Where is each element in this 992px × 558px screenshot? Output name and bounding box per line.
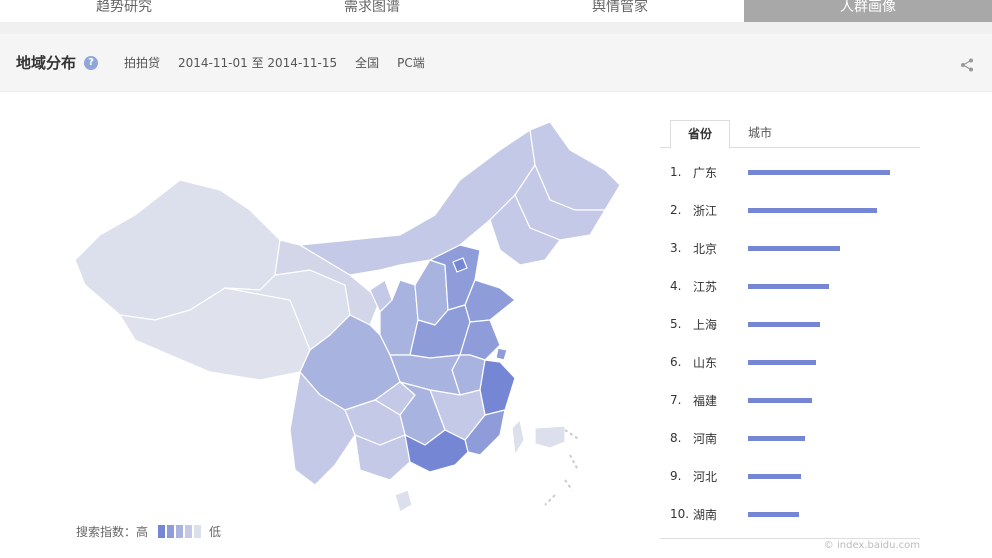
rank-name: 北京 [693, 241, 718, 256]
rank-number: 4. [670, 279, 682, 293]
legend-swatch-1 [158, 525, 166, 538]
list-item: 8. 河南 [660, 419, 920, 457]
rank-number: 5. [670, 317, 682, 331]
rank-name: 浙江 [693, 203, 718, 218]
panel-bottom-divider [660, 538, 920, 539]
list-item: 4. 江苏 [660, 267, 920, 305]
china-region-map [74, 121, 621, 513]
rank-number: 6. [670, 355, 682, 369]
keyword-label: 拍拍贷 [124, 56, 161, 70]
section-header: 地域分布 ? 拍拍贷 2014-11-01 至 2014-11-15 全国 PC… [0, 34, 992, 92]
section-title: 地域分布 [16, 54, 77, 72]
tab-city[interactable]: 城市 [730, 120, 790, 147]
rank-number: 7. [670, 393, 682, 407]
help-icon[interactable]: ? [84, 55, 99, 70]
list-item: 7. 福建 [660, 381, 920, 419]
rank-name: 江苏 [693, 279, 718, 294]
tab-province[interactable]: 省份 [670, 120, 730, 149]
rank-number: 8. [670, 431, 682, 445]
region-shanghai[interactable] [495, 347, 508, 361]
rank-name: 广东 [693, 165, 718, 180]
legend-low-label: 低 [209, 525, 222, 539]
rank-bar [748, 511, 799, 517]
list-item: 3. 北京 [660, 229, 920, 267]
ranking-panel: 省份 城市 1. 广东 2. 浙江 3. 北京 4. 江苏 5. 上海 6. 山东 7. 福建 8. 河南 9.… [660, 120, 920, 533]
rank-number: 2. [670, 203, 682, 217]
rank-name: 上海 [693, 317, 718, 332]
rank-bar [748, 207, 877, 213]
top-tab-bar: 趋势研究 需求图谱 舆情管家 人群画像 [0, 0, 992, 22]
tab-demand-graph[interactable]: 需求图谱 [248, 0, 496, 22]
share-icon[interactable] [960, 58, 974, 72]
list-item: 6. 山东 [660, 343, 920, 381]
rank-number: 1. [670, 165, 682, 179]
rank-number: 10. [670, 507, 690, 521]
rank-bar [748, 169, 890, 175]
region-inner-mongolia[interactable] [299, 129, 536, 276]
date-range-label[interactable]: 2014-11-01 至 2014-11-15 [178, 54, 337, 71]
rank-name: 河南 [693, 431, 718, 446]
legend-swatch-4 [185, 525, 193, 538]
rank-number: 9. [670, 469, 682, 483]
rank-bar [748, 283, 829, 289]
list-item: 1. 广东 [660, 153, 920, 191]
south-china-sea-inset [534, 425, 566, 449]
rank-bar [748, 321, 820, 327]
list-item: 10. 湖南 [660, 495, 920, 533]
rank-bar [748, 359, 816, 365]
platform-label[interactable]: PC端 [397, 54, 425, 71]
tab-trend-research[interactable]: 趋势研究 [0, 0, 248, 22]
region-taiwan[interactable] [511, 419, 525, 456]
tab-crowd-portrait[interactable]: 人群画像 [744, 0, 992, 22]
rank-name: 河北 [693, 469, 718, 484]
ranking-tabs: 省份 城市 [660, 120, 920, 149]
map-legend: 搜索指数：高 低 [76, 523, 221, 540]
rank-bar [748, 245, 840, 251]
tab-separator [0, 22, 992, 34]
rank-name: 福建 [693, 393, 718, 408]
region-hainan[interactable] [394, 489, 413, 513]
rank-bar [748, 473, 801, 479]
ranking-list: 1. 广东 2. 浙江 3. 北京 4. 江苏 5. 上海 6. 山东 7. 福建 8. 河南 9. 河北 10. 湖… [660, 153, 920, 533]
rank-name: 湖南 [693, 507, 718, 522]
list-item: 9. 河北 [660, 457, 920, 495]
legend-swatch-5 [194, 525, 202, 538]
region-label[interactable]: 全国 [355, 54, 379, 71]
rank-bar [748, 435, 805, 441]
legend-swatch-3 [176, 525, 184, 538]
rank-bar [748, 397, 812, 403]
rank-number: 3. [670, 241, 682, 255]
region-zhejiang[interactable] [479, 359, 516, 416]
rank-name: 山东 [693, 355, 718, 370]
list-item: 5. 上海 [660, 305, 920, 343]
legend-swatch-2 [167, 525, 175, 538]
watermark: © index.baidu.com [823, 540, 920, 551]
legend-high-label: 搜索指数：高 [76, 525, 149, 539]
region-shandong[interactable] [464, 279, 516, 323]
tab-sentiment-manager[interactable]: 舆情管家 [496, 0, 744, 22]
list-item: 2. 浙江 [660, 191, 920, 229]
